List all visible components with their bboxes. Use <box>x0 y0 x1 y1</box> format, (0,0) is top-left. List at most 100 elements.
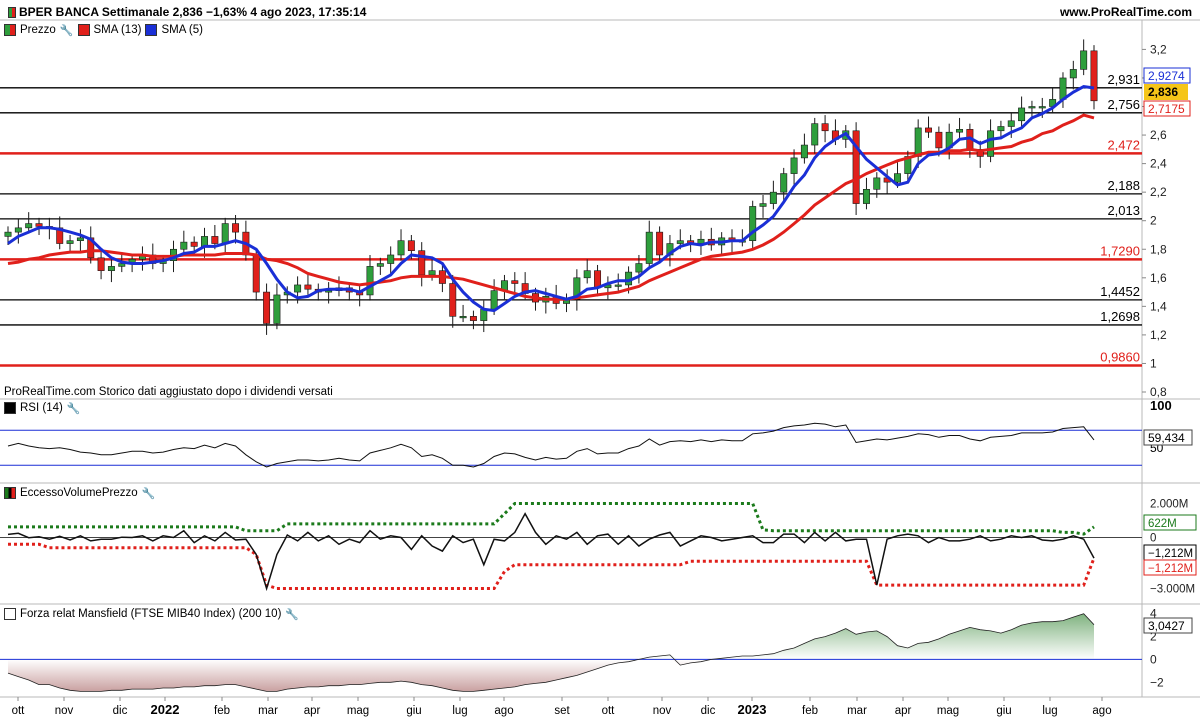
volume-legend-label[interactable]: EccessoVolumePrezzo <box>20 487 138 499</box>
price-swatch <box>4 24 16 36</box>
x-tick-label: mar <box>847 705 867 717</box>
level-label: 1,4452 <box>1100 284 1140 299</box>
volume-swatch <box>4 487 16 499</box>
x-tick-label: ago <box>494 705 513 717</box>
candle-body <box>35 223 43 227</box>
candle-body <box>759 203 767 207</box>
x-tick-label: 2022 <box>151 702 180 717</box>
candle-body <box>862 189 870 204</box>
x-tick-label: feb <box>214 705 230 717</box>
x-tick-label: giu <box>406 705 421 717</box>
mansfield-negative-area <box>8 659 1094 692</box>
candle-body <box>769 191 777 204</box>
candle-body <box>811 123 819 146</box>
candle-body <box>304 284 312 290</box>
volume-value-label: −1,212M <box>1148 548 1193 560</box>
candle-body <box>1038 106 1046 109</box>
level-label: 1,7290 <box>1100 243 1140 258</box>
mansfield-legend-label[interactable]: Forza relat Mansfield (FTSE MIB40 Index)… <box>20 608 281 620</box>
price-y-tick-label: 3,2 <box>1150 42 1167 56</box>
candle-body <box>1080 50 1088 70</box>
volume-y-tick-label: −3.000M <box>1150 584 1195 596</box>
candle-body <box>894 173 901 183</box>
candle-body <box>1007 120 1015 127</box>
candle-body <box>397 240 405 256</box>
mansfield-value-label: 3,0427 <box>1148 619 1185 633</box>
candle-body <box>800 144 808 159</box>
instrument-icon <box>8 7 16 19</box>
level-label: 2,013 <box>1107 203 1140 218</box>
candle-body <box>25 223 33 229</box>
price-y-tick-label: 2,2 <box>1150 185 1167 199</box>
wrench-icon[interactable]: 🔧 <box>67 402 81 415</box>
candle-body <box>914 127 922 157</box>
candle-body <box>1069 69 1077 79</box>
x-tick-label: apr <box>304 705 321 717</box>
x-tick-label: dic <box>701 705 716 717</box>
x-tick-label: nov <box>55 705 74 717</box>
candle-body <box>790 157 798 174</box>
candle-body <box>97 257 105 271</box>
candle-body <box>232 223 240 233</box>
sma5-legend-label[interactable]: SMA (5) <box>161 24 203 36</box>
candle-body <box>428 270 436 276</box>
wrench-icon[interactable]: 🔧 <box>285 608 299 621</box>
chart-title: BPER BANCA Settimanale 2,836 −1,63% 4 ag… <box>19 5 367 19</box>
x-tick-label: lug <box>452 705 467 717</box>
candle-body <box>935 131 943 149</box>
sma13-legend-label[interactable]: SMA (13) <box>94 24 142 36</box>
volume-excess-line <box>7 512 1095 592</box>
price-y-tick-label: 2 <box>1150 214 1157 228</box>
candle-body <box>645 231 653 264</box>
price-y-tick-label: 1,6 <box>1150 271 1167 285</box>
x-tick-label: lug <box>1042 705 1057 717</box>
candle-body <box>387 254 395 264</box>
price-badge-label: 2,7175 <box>1148 102 1185 116</box>
level-label: 0,9860 <box>1100 349 1140 364</box>
volume-value-label: 622M <box>1148 518 1177 530</box>
candle-body <box>583 270 591 279</box>
volume-legend: EccessoVolumePrezzo 🔧 <box>4 485 155 501</box>
candle-body <box>190 241 198 247</box>
candle-body <box>676 240 684 244</box>
candle-body <box>118 263 126 267</box>
candle-body <box>956 129 964 133</box>
candle-body <box>273 294 281 324</box>
price-y-tick-label: 2,6 <box>1150 128 1167 142</box>
candle-body <box>221 223 229 244</box>
x-tick-label: dic <box>113 705 128 717</box>
volume-lower-band <box>8 542 1096 590</box>
candle-body <box>418 250 426 276</box>
x-tick-label: mag <box>347 705 369 717</box>
sma5-line <box>7 84 1095 313</box>
wrench-icon[interactable]: 🔧 <box>142 487 156 500</box>
price-badge-label: 2,836 <box>1148 85 1178 99</box>
price-y-tick-label: 1 <box>1150 356 1157 370</box>
wrench-icon[interactable]: 🔧 <box>60 24 74 37</box>
candle-body <box>821 123 829 132</box>
mansfield-legend: Forza relat Mansfield (FTSE MIB40 Index)… <box>4 606 299 622</box>
candle-body <box>211 236 219 244</box>
sma5-swatch <box>145 24 158 36</box>
x-tick-label: ott <box>602 705 616 717</box>
mansfield-swatch <box>4 608 16 620</box>
x-tick-label: ago <box>1092 705 1111 717</box>
candle-body <box>107 266 115 271</box>
x-tick-label: mag <box>937 705 959 717</box>
chart-header: BPER BANCA Settimanale 2,836 −1,63% 4 ag… <box>8 5 366 19</box>
volume-y-tick-label: 0 <box>1150 533 1156 545</box>
rsi-y-tick-label: 100 <box>1150 398 1172 413</box>
rsi-legend-label[interactable]: RSI (14) <box>20 402 63 414</box>
sma13-line <box>7 113 1095 301</box>
price-legend-label[interactable]: Prezzo <box>20 24 56 36</box>
level-label: 2,188 <box>1107 178 1140 193</box>
candle-body <box>1028 106 1036 109</box>
x-tick-label: 2023 <box>738 702 767 717</box>
candle-body <box>76 237 84 241</box>
x-tick-label: ott <box>12 705 26 717</box>
candle-body <box>66 240 74 244</box>
candle-body <box>987 130 995 157</box>
candle-body <box>1018 107 1026 122</box>
candle-body <box>459 316 467 319</box>
candle-body <box>656 231 664 256</box>
